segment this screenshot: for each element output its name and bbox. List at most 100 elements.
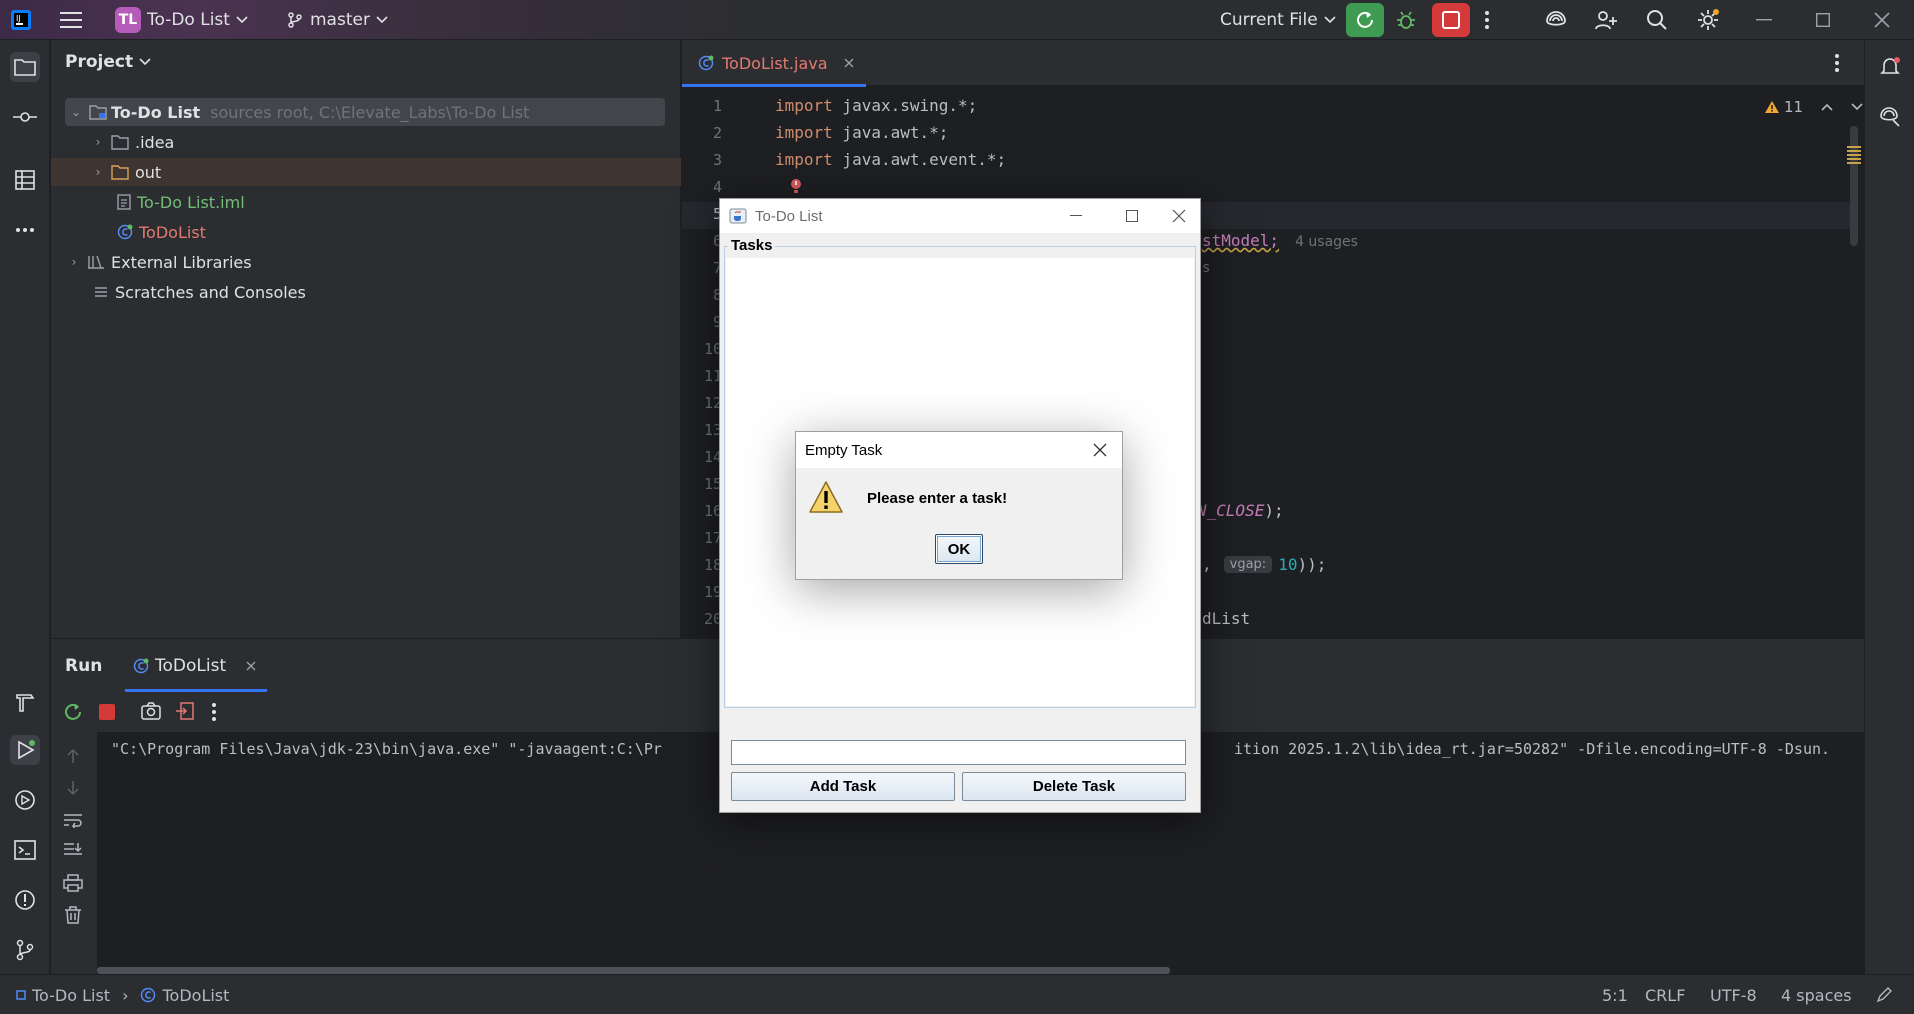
trash-icon[interactable]	[64, 906, 82, 928]
line-number: 2	[712, 123, 722, 142]
notifications-bell-icon[interactable]	[1875, 52, 1905, 82]
project-panel: Project ⌄ To-Do List sources root, C:\El…	[51, 40, 681, 638]
arrow-down-icon[interactable]	[65, 780, 81, 800]
soft-wrap-icon[interactable]	[63, 812, 83, 832]
warning-count: 11	[1784, 98, 1804, 116]
rerun-icon[interactable]	[63, 702, 83, 726]
ai-assistant-icon[interactable]	[1544, 0, 1568, 40]
maximize-window-icon[interactable]	[1816, 0, 1830, 40]
commit-tool-icon[interactable]	[10, 102, 40, 132]
tab-actions-icon[interactable]	[1834, 53, 1840, 77]
search-icon[interactable]	[1646, 0, 1668, 40]
close-tab-icon[interactable]	[246, 661, 256, 671]
project-panel-title: Project	[65, 52, 134, 72]
run-tab-todolist[interactable]: ToDoList	[133, 639, 256, 692]
line-number: 17	[703, 528, 722, 547]
add-task-button[interactable]: Add Task	[731, 772, 955, 801]
chevron-up-icon[interactable]	[1821, 103, 1833, 111]
keyword: import	[775, 123, 833, 142]
breadcrumb-project[interactable]: To-Do List	[32, 986, 110, 1005]
terminal-tool-icon[interactable]	[10, 835, 40, 865]
intellij-logo-icon[interactable]: IJ	[10, 0, 32, 40]
minimize-icon[interactable]	[1053, 199, 1099, 233]
task-input[interactable]	[731, 740, 1186, 765]
warning-stripe-markers[interactable]	[1847, 146, 1861, 164]
breadcrumb-separator-icon: ›	[122, 985, 129, 1005]
keyword: import	[775, 96, 833, 115]
minimize-window-icon[interactable]	[1756, 0, 1772, 40]
arrow-up-icon[interactable]	[65, 748, 81, 768]
structure-tool-icon[interactable]	[10, 165, 40, 195]
tree-item-scratches[interactable]: Scratches and Consoles	[51, 278, 681, 306]
edit-lock-icon[interactable]	[1876, 987, 1892, 1007]
inspection-widget[interactable]: 11	[1764, 98, 1863, 116]
stop-button[interactable]	[1432, 3, 1470, 37]
todo-window-title: To-Do List	[755, 207, 823, 225]
tree-item-todolist[interactable]: ToDoList	[51, 218, 681, 246]
todo-window-titlebar[interactable]: To-Do List	[720, 199, 1200, 233]
more-tools-icon[interactable]	[10, 215, 40, 245]
close-icon[interactable]	[1077, 432, 1123, 468]
problems-tool-icon[interactable]	[10, 885, 40, 915]
console-horizontal-scrollbar[interactable]	[97, 967, 1170, 974]
tree-item-out[interactable]: › out	[51, 158, 681, 186]
code-number: 10	[1278, 555, 1298, 574]
print-icon[interactable]	[63, 874, 83, 896]
build-hammer-icon[interactable]	[10, 687, 40, 717]
error-bulb-icon[interactable]	[790, 178, 802, 196]
line-number: 15	[703, 474, 722, 493]
active-tab-indicator	[682, 84, 866, 87]
project-tool-icon[interactable]	[10, 52, 40, 82]
usages-hint[interactable]: 4 usages	[1295, 234, 1358, 250]
file-encoding[interactable]: UTF-8	[1710, 975, 1757, 1014]
ok-button[interactable]: OK	[935, 534, 983, 564]
tab-todolist-java[interactable]: ToDoList.java	[698, 40, 854, 86]
branch-switcher[interactable]: master	[286, 0, 388, 40]
line-number: 12	[703, 393, 722, 412]
close-icon[interactable]	[1156, 199, 1202, 233]
breadcrumb-file[interactable]: ToDoList	[162, 986, 229, 1005]
tree-item-idea[interactable]: › .idea	[51, 128, 681, 156]
main-menu-icon[interactable]	[60, 0, 82, 40]
chevron-down-icon[interactable]	[1851, 103, 1863, 111]
stop-icon[interactable]	[99, 704, 115, 724]
dialog-title: Empty Task	[805, 441, 883, 459]
indent-setting[interactable]: 4 spaces	[1781, 975, 1852, 1014]
more-actions-icon[interactable]	[1484, 0, 1490, 40]
project-panel-header[interactable]: Project	[65, 52, 151, 72]
camera-icon[interactable]	[141, 702, 161, 724]
tree-item-iml[interactable]: To-Do List.iml	[51, 188, 681, 216]
warning-triangle-icon	[808, 480, 844, 518]
delete-task-button[interactable]: Delete Task	[962, 772, 1186, 801]
debug-button[interactable]	[1395, 0, 1417, 40]
line-number: 3	[712, 150, 722, 169]
close-tab-icon[interactable]	[844, 58, 854, 68]
caret-position[interactable]: 5:1	[1602, 975, 1628, 1014]
more-actions-icon[interactable]	[211, 702, 217, 726]
excluded-folder-icon	[111, 164, 129, 180]
services-tool-icon[interactable]	[10, 785, 40, 815]
run-tool-icon[interactable]	[10, 735, 40, 765]
java-class-icon	[140, 987, 156, 1003]
line-number: 20	[703, 609, 722, 628]
exit-icon[interactable]	[175, 701, 195, 725]
line-separator[interactable]: CRLF	[1645, 975, 1685, 1014]
project-switcher[interactable]: TL To-Do List	[115, 0, 248, 40]
rerun-button[interactable]	[1346, 3, 1384, 37]
close-window-icon[interactable]	[1874, 0, 1890, 40]
line-number: 14	[703, 447, 722, 466]
scroll-to-end-icon[interactable]	[63, 842, 83, 862]
add-user-icon[interactable]	[1594, 0, 1618, 40]
code-line: 1 import javax.swing.*;	[682, 92, 1864, 119]
dialog-titlebar[interactable]: Empty Task	[796, 432, 1122, 468]
line-number: 19	[703, 582, 722, 601]
git-tool-icon[interactable]	[10, 935, 40, 965]
tree-item-external-libraries[interactable]: › External Libraries	[51, 248, 681, 276]
editor-scrollbar[interactable]	[1850, 126, 1858, 246]
settings-gear-icon[interactable]	[1696, 0, 1720, 40]
run-config-selector[interactable]: Current File	[1220, 0, 1336, 40]
maximize-icon[interactable]	[1109, 199, 1155, 233]
ai-chat-icon[interactable]	[1875, 102, 1905, 132]
chevron-right-icon: ›	[95, 135, 101, 149]
tree-item-root[interactable]: ⌄ To-Do List sources root, C:\Elevate_La…	[65, 98, 665, 126]
